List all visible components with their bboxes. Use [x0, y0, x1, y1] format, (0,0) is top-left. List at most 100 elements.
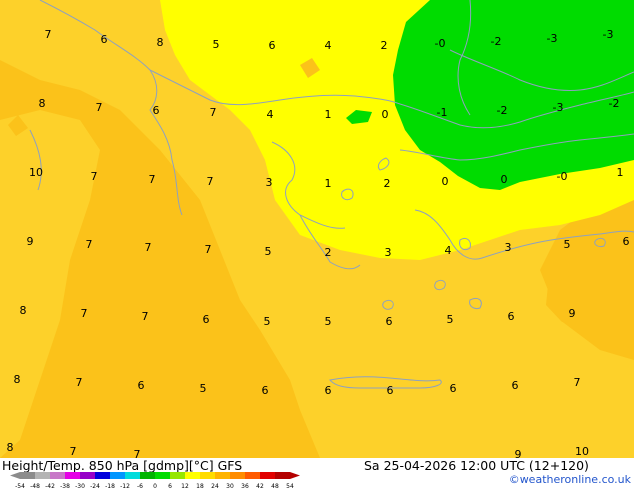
- temperature-label: 6: [623, 235, 630, 248]
- temperature-label: 5: [325, 315, 332, 328]
- temperature-label: -0: [435, 37, 446, 50]
- temperature-label: 10: [29, 166, 43, 179]
- temperature-label: 6: [101, 33, 108, 46]
- temperature-label: -2: [497, 104, 508, 117]
- map-title: Height/Temp. 850 hPa [gdmp][°C] GFS: [2, 458, 243, 473]
- temperature-label: 8: [7, 441, 14, 454]
- scale-tick-label: 48: [271, 483, 279, 490]
- temperature-label: 6: [325, 384, 332, 397]
- temperature-label: 3: [505, 241, 512, 254]
- scale-tick-label: 18: [196, 483, 204, 490]
- temperature-label: 7: [145, 241, 152, 254]
- temperature-label: 9: [27, 235, 34, 248]
- temperature-label: 2: [325, 246, 332, 259]
- scale-tick-label: -12: [120, 483, 130, 490]
- temperature-label: 6: [387, 384, 394, 397]
- scale-swatch: [230, 472, 245, 479]
- color-scale: -54 -48 -42 -38 -30 -24 -18 -12 -6 0 6 12 18 24 30 36 42…: [10, 472, 300, 490]
- temperature-label: 6: [450, 382, 457, 395]
- temperature-label: 8: [157, 36, 164, 49]
- scale-tick-label: 0: [153, 483, 157, 490]
- temperature-label: 5: [447, 313, 454, 326]
- scale-tick-label: 30: [226, 483, 234, 490]
- temperature-label: 7: [149, 173, 156, 186]
- scale-swatch: [50, 472, 65, 479]
- temperature-label: 7: [76, 376, 83, 389]
- temperature-label: 7: [81, 307, 88, 320]
- scale-swatch: [170, 472, 185, 479]
- temperature-label: 1: [325, 108, 332, 121]
- temperature-label: 2: [381, 39, 388, 52]
- scale-swatch: [275, 472, 290, 479]
- color-scale-bar: [10, 472, 300, 479]
- temperature-label: 7: [210, 106, 217, 119]
- credit-link[interactable]: ©weatheronline.co.uk: [509, 473, 631, 486]
- scale-tick-label: 36: [241, 483, 249, 490]
- scale-swatch: [95, 472, 110, 479]
- map-panel: 7 6 8 5 6 4 2 -0 -2 -3 -3 8 7 6 7 4 1 0 -1 -2 -3 -2 10 7 7 7 3 1 2 0 0…: [0, 0, 634, 458]
- scale-tick-label: -18: [105, 483, 115, 490]
- scale-tick-label: 54: [286, 483, 294, 490]
- scale-tick-label: 6: [168, 483, 172, 490]
- temperature-label: 5: [264, 315, 271, 328]
- temperature-label: 7: [91, 170, 98, 183]
- scale-swatch: [35, 472, 50, 479]
- scale-swatch: [65, 472, 80, 479]
- temperature-label: 2: [384, 177, 391, 190]
- temperature-label: 4: [267, 108, 274, 121]
- scale-tick-label: -24: [90, 483, 100, 490]
- scale-swatch: [215, 472, 230, 479]
- temperature-label: 6: [138, 379, 145, 392]
- scale-swatch: [245, 472, 260, 479]
- temperature-label: 0: [382, 108, 389, 121]
- temperature-label: 9: [515, 448, 522, 458]
- temperature-label: 7: [205, 243, 212, 256]
- temperature-label: 6: [269, 39, 276, 52]
- temperature-label: 5: [265, 245, 272, 258]
- temperature-label: -3: [603, 28, 614, 41]
- map-footer: Height/Temp. 850 hPa [gdmp][°C] GFS Sa 2…: [0, 458, 634, 490]
- temperature-label: 0: [442, 175, 449, 188]
- temperature-label: 8: [14, 373, 21, 386]
- scale-tick-label: -38: [60, 483, 70, 490]
- temperature-label: -2: [491, 35, 502, 48]
- temperature-label: 6: [262, 384, 269, 397]
- scale-swatch: [140, 472, 155, 479]
- temperature-label: 7: [45, 28, 52, 41]
- temperature-label: 7: [96, 101, 103, 114]
- scale-tick-label: 12: [181, 483, 189, 490]
- temperature-label: 6: [508, 310, 515, 323]
- scale-swatch: [260, 472, 275, 479]
- temperature-label: 3: [385, 246, 392, 259]
- scale-tick-label: -54: [15, 483, 25, 490]
- scale-tick-label: -48: [30, 483, 40, 490]
- scale-left-arrow: [10, 472, 20, 479]
- temperature-label: 7: [142, 310, 149, 323]
- temperature-map: 7 6 8 5 6 4 2 -0 -2 -3 -38 7 6 7 4 1 0 -1 -2 -3 -210 7 7 7 3 1 2 0 0…: [0, 0, 634, 458]
- temperature-label: 1: [325, 177, 332, 190]
- temperature-label: 5: [564, 238, 571, 251]
- scale-tick-label: -6: [137, 483, 143, 490]
- temperature-label: 10: [575, 445, 589, 458]
- temperature-label: 4: [445, 244, 452, 257]
- temperature-label: 6: [512, 379, 519, 392]
- temperature-label: -2: [609, 97, 620, 110]
- scale-tick-label: 42: [256, 483, 264, 490]
- valid-time: Sa 25-04-2026 12:00 UTC (12+120): [364, 458, 589, 473]
- temperature-label: 6: [153, 104, 160, 117]
- temperature-label: 5: [200, 382, 207, 395]
- temperature-label: 7: [86, 238, 93, 251]
- temperature-label: -3: [553, 101, 564, 114]
- temperature-label: 5: [213, 38, 220, 51]
- scale-tick-label: -42: [45, 483, 55, 490]
- scale-right-arrow: [290, 472, 300, 479]
- temperature-label: 7: [574, 376, 581, 389]
- scale-tick-label: 24: [211, 483, 219, 490]
- scale-swatch: [185, 472, 200, 479]
- temperature-label: 3: [266, 176, 273, 189]
- temperature-label: 4: [325, 39, 332, 52]
- temperature-label: 1: [617, 166, 624, 179]
- temperature-label: 0: [501, 173, 508, 186]
- temperature-label: -0: [557, 170, 568, 183]
- temperature-label: 6: [386, 315, 393, 328]
